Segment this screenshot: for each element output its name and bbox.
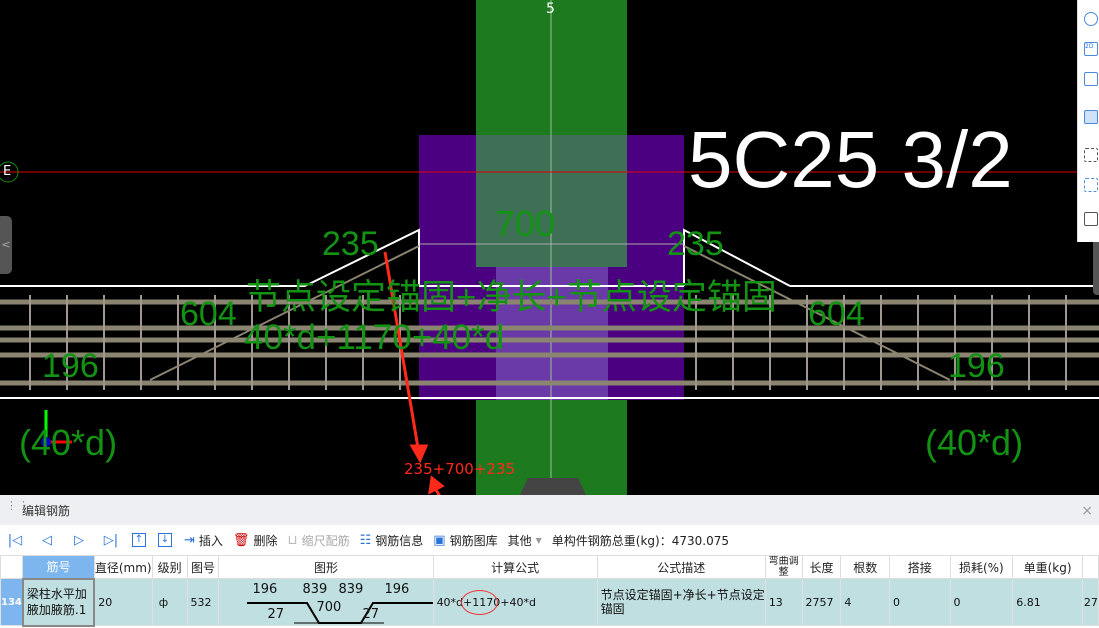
orbit-icon[interactable] — [1084, 12, 1098, 26]
cell-count[interactable]: 4 — [840, 578, 891, 626]
solid-cube-icon[interactable] — [1084, 110, 1098, 124]
panel-title-bar: ⋮⋮ 编辑钢筋 × — [0, 495, 1099, 525]
dim-604-left: 604 — [180, 295, 237, 333]
axis-label-left: E — [3, 164, 12, 179]
cell-total-weight[interactable]: 27 — [1081, 578, 1099, 626]
cube-icon[interactable] — [1084, 72, 1098, 86]
last-icon[interactable]: ▷| — [100, 533, 122, 548]
total-weight: 单构件钢筋总重(kg)：4730.075 — [551, 533, 729, 548]
dim-196-right: 196 — [948, 347, 1005, 385]
dim-235-right: 235 — [667, 225, 724, 263]
col-unit-weight[interactable]: 单重(kg) — [1012, 555, 1083, 579]
dim-235-left: 235 — [322, 225, 379, 263]
annotation-text: 235+700+235 — [404, 460, 516, 478]
highlight-ellipse — [460, 590, 498, 615]
col-lap[interactable]: 搭接 — [889, 555, 951, 579]
move-down-icon[interactable]: ↓ — [158, 533, 172, 547]
cell-shape[interactable]: 196 839 839 196 27 700 27 — [218, 578, 434, 626]
next-icon[interactable]: ▷ — [68, 533, 90, 548]
prev-icon[interactable]: ◁ — [36, 533, 58, 548]
cell-shape-no[interactable]: 532 — [186, 578, 220, 626]
cell-unit-weight[interactable]: 6.81 — [1012, 578, 1083, 626]
cell-desc[interactable]: 节点设定锚固+净长+节点设定锚固 — [596, 578, 766, 626]
select-box-icon[interactable] — [1084, 148, 1098, 162]
scale-rebar-button[interactable]: ⊔ 缩尺配筋 — [287, 532, 349, 549]
anchor-left: (40*d) — [19, 422, 118, 463]
dropdown-arrow-icon: ▼ — [535, 535, 542, 545]
rebar-info-button[interactable]: ☷ 钢筋信息 — [360, 532, 424, 549]
view-toolbar: 2D — [1077, 0, 1099, 242]
col-loss[interactable]: 损耗(%) — [949, 555, 1014, 579]
close-icon[interactable]: × — [1081, 495, 1093, 527]
cell-lap[interactable]: 0 — [889, 578, 951, 626]
library-icon: ▣ — [433, 532, 446, 548]
scale-icon: ⊔ — [287, 532, 298, 548]
col-grade[interactable]: 级别 — [151, 555, 188, 579]
cell-loss[interactable]: 0 — [949, 578, 1014, 626]
3d-box-icon[interactable] — [1084, 178, 1098, 192]
other-dropdown[interactable]: 其他 ▼ — [508, 532, 542, 549]
cell-bar-no[interactable]: 梁柱水平加腋加腋筋.1 — [21, 577, 96, 627]
rebar-label: 5C25 3/2 — [688, 115, 1013, 204]
dim-700: 700 — [495, 203, 556, 244]
anchor-right: (40*d) — [925, 422, 1024, 463]
panel-toolbar: |◁ ◁ ▷ ▷| ↑ ↓ ⇥ 插入 🗑 删除 ⊔ 缩尺配筋 ☷ 钢筋信息 ▣ 钢筋图库 … — [0, 525, 1099, 555]
col-shape-no[interactable]: 图号 — [186, 555, 220, 579]
insert-button[interactable]: ⇥ 插入 — [184, 532, 223, 549]
col-bar-no[interactable]: 筋号 — [22, 555, 95, 579]
edit-rebar-panel: ⋮⋮ 编辑钢筋 × |◁ ◁ ▷ ▷| ↑ ↓ ⇥ 插入 🗑 删除 ⊔ 缩尺配筋 ☷ 钢… — [0, 495, 1099, 628]
info-icon: ☷ — [359, 532, 372, 548]
first-icon[interactable]: |◁ — [4, 533, 26, 548]
col-desc[interactable]: 公式描述 — [596, 555, 766, 579]
list-icon[interactable] — [1084, 212, 1098, 226]
delete-button[interactable]: 🗑 删除 — [233, 532, 278, 549]
col-diameter[interactable]: 直径(mm) — [93, 555, 153, 579]
dim-604-right: 604 — [808, 295, 865, 333]
formula-desc-text: 节点设定锚固+净长+节点设定锚固 — [246, 278, 777, 317]
cell-bend[interactable]: 13 — [764, 578, 803, 626]
left-panel-toggle[interactable]: < — [0, 216, 12, 274]
axis-label-top: 5 — [546, 1, 555, 17]
cell-diameter[interactable]: 20 — [93, 578, 153, 626]
row-index[interactable]: 134 — [0, 578, 24, 626]
2d-view-icon[interactable]: 2D — [1084, 42, 1098, 56]
col-bend[interactable]: 弯曲调整 — [764, 555, 803, 579]
col-count[interactable]: 根数 — [840, 555, 891, 579]
dim-196-left: 196 — [42, 347, 99, 385]
move-up-icon[interactable]: ↑ — [132, 533, 146, 547]
cell-formula[interactable]: 40*d+1170+40*d — [432, 578, 598, 626]
cell-length[interactable]: 2757 — [801, 578, 842, 626]
trash-icon: 🗑 — [232, 532, 250, 548]
table-row[interactable]: 134 梁柱水平加腋加腋筋.1 20 ф 532 196 839 839 196… — [0, 577, 1099, 627]
grip-icon[interactable]: ⋮⋮ — [6, 500, 30, 511]
cell-grade[interactable]: ф — [151, 578, 188, 626]
cad-drawing — [0, 0, 1099, 495]
col-shape[interactable]: 图形 — [218, 555, 434, 579]
rebar-table: 筋号 直径(mm) 级别 图号 图形 计算公式 公式描述 弯曲调整 长度 根数 … — [0, 555, 1099, 627]
insert-icon: ⇥ — [184, 532, 195, 548]
col-length[interactable]: 长度 — [801, 555, 842, 579]
rebar-library-button[interactable]: ▣ 钢筋图库 — [433, 532, 497, 549]
cad-viewport[interactable]: 5 E 5C25 3/2 700 235 235 604 604 节点设定锚固+… — [0, 0, 1099, 495]
formula-text: 40*d+1170+40*d — [244, 318, 505, 357]
col-formula[interactable]: 计算公式 — [432, 555, 598, 579]
table-header: 筋号 直径(mm) 级别 图号 图形 计算公式 公式描述 弯曲调整 长度 根数 … — [0, 555, 1099, 579]
